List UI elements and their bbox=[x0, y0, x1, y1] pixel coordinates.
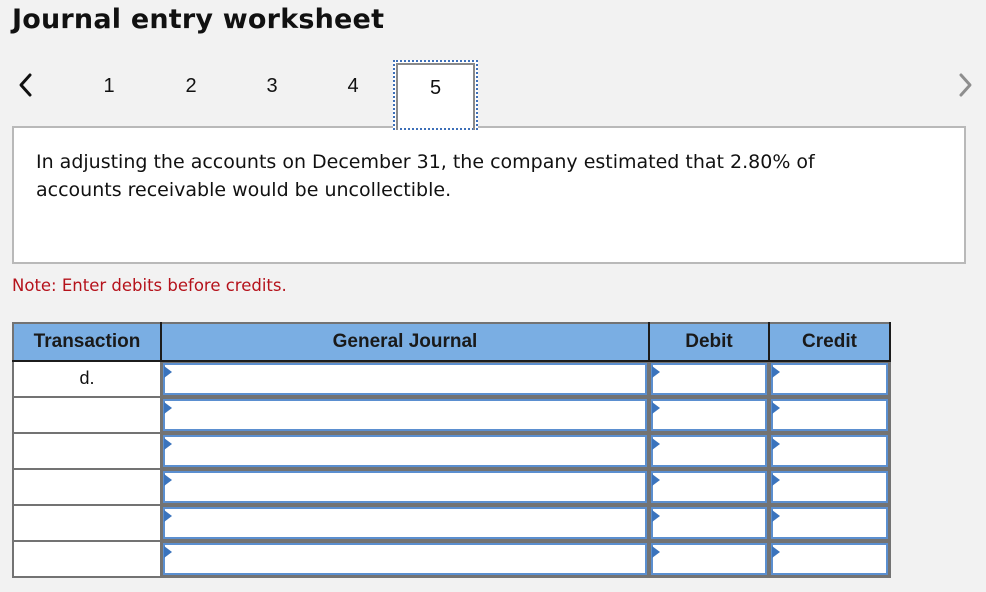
dropdown-flag-icon bbox=[652, 474, 660, 486]
dropdown-flag-icon bbox=[164, 366, 172, 378]
debit-cell bbox=[648, 396, 770, 434]
general-journal-input[interactable] bbox=[163, 507, 647, 539]
dropdown-flag-icon bbox=[772, 474, 780, 486]
journal-row bbox=[12, 432, 891, 470]
column-header-debit: Debit bbox=[648, 322, 770, 362]
general-journal-cell bbox=[160, 540, 650, 578]
credit-input[interactable] bbox=[771, 363, 888, 395]
general-journal-cell bbox=[160, 360, 650, 398]
journal-row bbox=[12, 396, 891, 434]
credit-cell bbox=[768, 540, 891, 578]
transaction-cell bbox=[12, 504, 162, 542]
previous-button[interactable] bbox=[14, 70, 38, 100]
debit-cell bbox=[648, 432, 770, 470]
column-header-credit: Credit bbox=[768, 322, 891, 362]
transaction-cell bbox=[12, 432, 162, 470]
chevron-right-icon bbox=[959, 73, 972, 97]
general-journal-cell bbox=[160, 396, 650, 434]
next-button[interactable] bbox=[954, 70, 978, 100]
journal-row: d. bbox=[12, 360, 891, 398]
credit-input[interactable] bbox=[771, 399, 888, 431]
dropdown-flag-icon bbox=[772, 546, 780, 558]
transaction-cell bbox=[12, 396, 162, 434]
page-title: Journal entry worksheet bbox=[12, 4, 385, 35]
debit-cell bbox=[648, 540, 770, 578]
debit-input[interactable] bbox=[651, 471, 767, 503]
journal-row bbox=[12, 504, 891, 542]
column-header-general-journal: General Journal bbox=[160, 322, 650, 362]
general-journal-input[interactable] bbox=[163, 435, 647, 467]
general-journal-input[interactable] bbox=[163, 363, 647, 395]
chevron-left-icon bbox=[19, 73, 32, 97]
column-header-transaction: Transaction bbox=[12, 322, 162, 362]
dropdown-flag-icon bbox=[164, 402, 172, 414]
dropdown-flag-icon bbox=[772, 510, 780, 522]
debit-cell bbox=[648, 360, 770, 398]
credit-input[interactable] bbox=[771, 507, 888, 539]
tab-4[interactable]: 4 bbox=[312, 60, 394, 126]
dropdown-flag-icon bbox=[652, 366, 660, 378]
dropdown-flag-icon bbox=[164, 546, 172, 558]
dropdown-flag-icon bbox=[772, 438, 780, 450]
dropdown-flag-icon bbox=[772, 366, 780, 378]
transaction-cell: d. bbox=[12, 360, 162, 398]
general-journal-input[interactable] bbox=[163, 471, 647, 503]
journal-row bbox=[12, 540, 891, 578]
tab-5[interactable]: 5 bbox=[393, 60, 478, 130]
debit-input[interactable] bbox=[651, 363, 767, 395]
credit-cell bbox=[768, 468, 891, 506]
dropdown-flag-icon bbox=[772, 402, 780, 414]
general-journal-cell bbox=[160, 504, 650, 542]
tab-1[interactable]: 1 bbox=[68, 60, 150, 126]
debit-input[interactable] bbox=[651, 543, 767, 575]
debit-input[interactable] bbox=[651, 399, 767, 431]
credit-cell bbox=[768, 432, 891, 470]
debit-cell bbox=[648, 468, 770, 506]
prompt-text: In adjusting the accounts on December 31… bbox=[36, 151, 815, 201]
journal-row bbox=[12, 468, 891, 506]
dropdown-flag-icon bbox=[164, 438, 172, 450]
note-text: Note: Enter debits before credits. bbox=[12, 276, 287, 295]
dropdown-flag-icon bbox=[164, 510, 172, 522]
journal-table: Transaction General Journal Debit Credit… bbox=[12, 322, 891, 578]
debit-cell bbox=[648, 504, 770, 542]
dropdown-flag-icon bbox=[652, 438, 660, 450]
transaction-cell bbox=[12, 540, 162, 578]
dropdown-flag-icon bbox=[652, 546, 660, 558]
dropdown-flag-icon bbox=[652, 510, 660, 522]
debit-input[interactable] bbox=[651, 507, 767, 539]
transaction-cell bbox=[12, 468, 162, 506]
credit-cell bbox=[768, 396, 891, 434]
credit-input[interactable] bbox=[771, 435, 888, 467]
credit-input[interactable] bbox=[771, 543, 888, 575]
debit-input[interactable] bbox=[651, 435, 767, 467]
general-journal-input[interactable] bbox=[163, 399, 647, 431]
general-journal-input[interactable] bbox=[163, 543, 647, 575]
credit-input[interactable] bbox=[771, 471, 888, 503]
dropdown-flag-icon bbox=[652, 402, 660, 414]
dropdown-flag-icon bbox=[164, 474, 172, 486]
tab-2[interactable]: 2 bbox=[150, 60, 232, 126]
general-journal-cell bbox=[160, 468, 650, 506]
credit-cell bbox=[768, 360, 891, 398]
journal-header-row: Transaction General Journal Debit Credit bbox=[12, 322, 891, 362]
prompt-box: In adjusting the accounts on December 31… bbox=[12, 126, 966, 264]
tab-3[interactable]: 3 bbox=[231, 60, 313, 126]
general-journal-cell bbox=[160, 432, 650, 470]
credit-cell bbox=[768, 504, 891, 542]
